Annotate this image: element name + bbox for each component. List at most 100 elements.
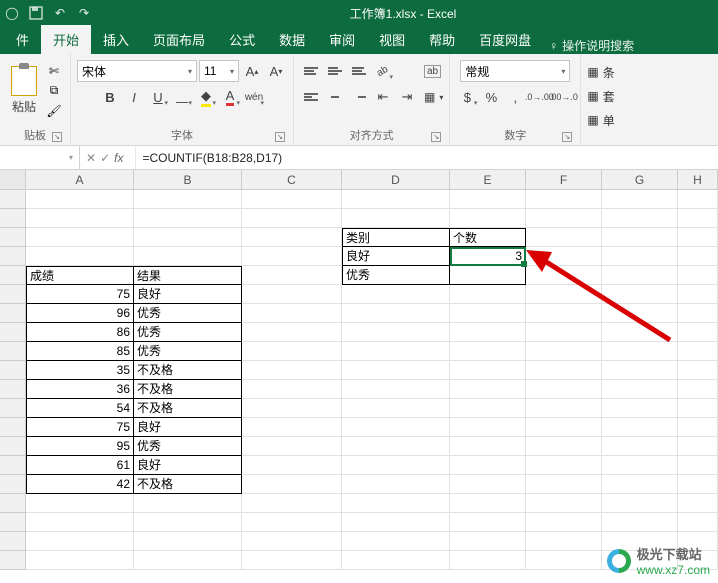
cell[interactable]: 良好 xyxy=(342,247,450,266)
cell[interactable]: 良好 xyxy=(134,285,242,304)
cell[interactable]: 95 xyxy=(26,437,134,456)
cell[interactable] xyxy=(526,418,602,437)
cell[interactable] xyxy=(342,285,450,304)
cell[interactable] xyxy=(450,532,526,551)
cell[interactable] xyxy=(342,361,450,380)
redo-icon[interactable]: ↷ xyxy=(76,5,92,21)
cell[interactable] xyxy=(526,304,602,323)
paste-button[interactable]: 粘贴 xyxy=(6,59,42,123)
tab-help[interactable]: 帮助 xyxy=(417,25,467,54)
cell[interactable] xyxy=(678,342,718,361)
cell[interactable] xyxy=(342,304,450,323)
cell[interactable] xyxy=(450,380,526,399)
cell[interactable] xyxy=(134,513,242,532)
decrease-indent-button[interactable]: ⇤ xyxy=(372,86,394,108)
cell[interactable] xyxy=(602,209,678,228)
cell[interactable] xyxy=(242,380,342,399)
cell[interactable] xyxy=(450,551,526,570)
cell[interactable] xyxy=(242,513,342,532)
col-header[interactable]: D xyxy=(342,170,450,189)
autosave-toggle-icon[interactable]: ◯ xyxy=(4,5,20,21)
col-header[interactable]: A xyxy=(26,170,134,189)
cell[interactable]: 86 xyxy=(26,323,134,342)
cell[interactable] xyxy=(526,190,602,209)
font-name-combo[interactable]: 宋体▾ xyxy=(77,60,197,82)
cell[interactable] xyxy=(242,304,342,323)
cell[interactable] xyxy=(602,361,678,380)
cell[interactable]: 类别 xyxy=(342,228,450,247)
cell[interactable] xyxy=(450,285,526,304)
align-right-button[interactable] xyxy=(348,86,370,108)
cell[interactable] xyxy=(678,247,718,266)
row-header[interactable] xyxy=(0,551,26,570)
cell[interactable]: 良好 xyxy=(134,418,242,437)
italic-button[interactable]: I xyxy=(123,86,145,108)
cell[interactable]: 不及格 xyxy=(134,475,242,494)
cell[interactable] xyxy=(526,456,602,475)
clipboard-launcher[interactable]: ↘ xyxy=(52,132,62,142)
cell[interactable] xyxy=(242,399,342,418)
cell[interactable] xyxy=(678,190,718,209)
border-button[interactable] xyxy=(171,86,193,108)
row-header[interactable] xyxy=(0,361,26,380)
cell[interactable] xyxy=(450,399,526,418)
cell[interactable] xyxy=(526,228,602,247)
name-box[interactable]: ▾ xyxy=(0,146,80,169)
cell[interactable] xyxy=(242,437,342,456)
cell[interactable] xyxy=(602,456,678,475)
fx-icon[interactable]: fx xyxy=(114,151,129,165)
row-header[interactable] xyxy=(0,342,26,361)
cell[interactable] xyxy=(342,418,450,437)
format-table-button[interactable]: ▦套 xyxy=(587,86,614,106)
cell[interactable] xyxy=(602,342,678,361)
cell[interactable] xyxy=(526,361,602,380)
underline-button[interactable]: U xyxy=(147,86,169,108)
cell[interactable] xyxy=(678,323,718,342)
cell[interactable] xyxy=(26,190,134,209)
cell[interactable] xyxy=(526,380,602,399)
cell[interactable] xyxy=(342,323,450,342)
cell[interactable] xyxy=(602,399,678,418)
phonetic-button[interactable]: wén xyxy=(243,86,265,108)
cell[interactable]: 优秀 xyxy=(134,304,242,323)
cell[interactable] xyxy=(26,551,134,570)
row-header[interactable] xyxy=(0,209,26,228)
cell[interactable] xyxy=(678,399,718,418)
tab-file[interactable]: 件 xyxy=(4,25,41,54)
cell[interactable]: 75 xyxy=(26,418,134,437)
merge-center-button[interactable]: ▦▾ xyxy=(424,86,443,108)
number-launcher[interactable]: ↘ xyxy=(562,132,572,142)
cell[interactable] xyxy=(678,228,718,247)
cell[interactable] xyxy=(602,266,678,285)
row-header[interactable] xyxy=(0,513,26,532)
cell[interactable]: 不及格 xyxy=(134,380,242,399)
cell[interactable] xyxy=(602,323,678,342)
cell[interactable] xyxy=(526,437,602,456)
cell[interactable] xyxy=(134,228,242,247)
col-header[interactable]: C xyxy=(242,170,342,189)
accounting-format-button[interactable]: $ xyxy=(456,86,478,108)
cell[interactable] xyxy=(602,513,678,532)
cell[interactable] xyxy=(526,247,602,266)
cell[interactable] xyxy=(26,228,134,247)
align-launcher[interactable]: ↘ xyxy=(431,132,441,142)
tab-review[interactable]: 审阅 xyxy=(317,25,367,54)
align-left-button[interactable] xyxy=(300,86,322,108)
cell[interactable] xyxy=(242,190,342,209)
cell[interactable] xyxy=(678,285,718,304)
cell[interactable] xyxy=(342,380,450,399)
cell[interactable] xyxy=(450,266,526,285)
tab-view[interactable]: 视图 xyxy=(367,25,417,54)
cell[interactable] xyxy=(242,247,342,266)
cell[interactable] xyxy=(342,342,450,361)
cell[interactable] xyxy=(602,418,678,437)
orientation-button[interactable]: ab xyxy=(372,60,394,82)
enter-formula-button[interactable]: ✓ xyxy=(100,151,110,165)
cut-button[interactable]: ✄ xyxy=(44,62,64,80)
row-header[interactable] xyxy=(0,437,26,456)
cell[interactable] xyxy=(526,342,602,361)
cell[interactable] xyxy=(678,437,718,456)
row-header[interactable] xyxy=(0,228,26,247)
cell[interactable] xyxy=(242,266,342,285)
cell[interactable] xyxy=(678,266,718,285)
